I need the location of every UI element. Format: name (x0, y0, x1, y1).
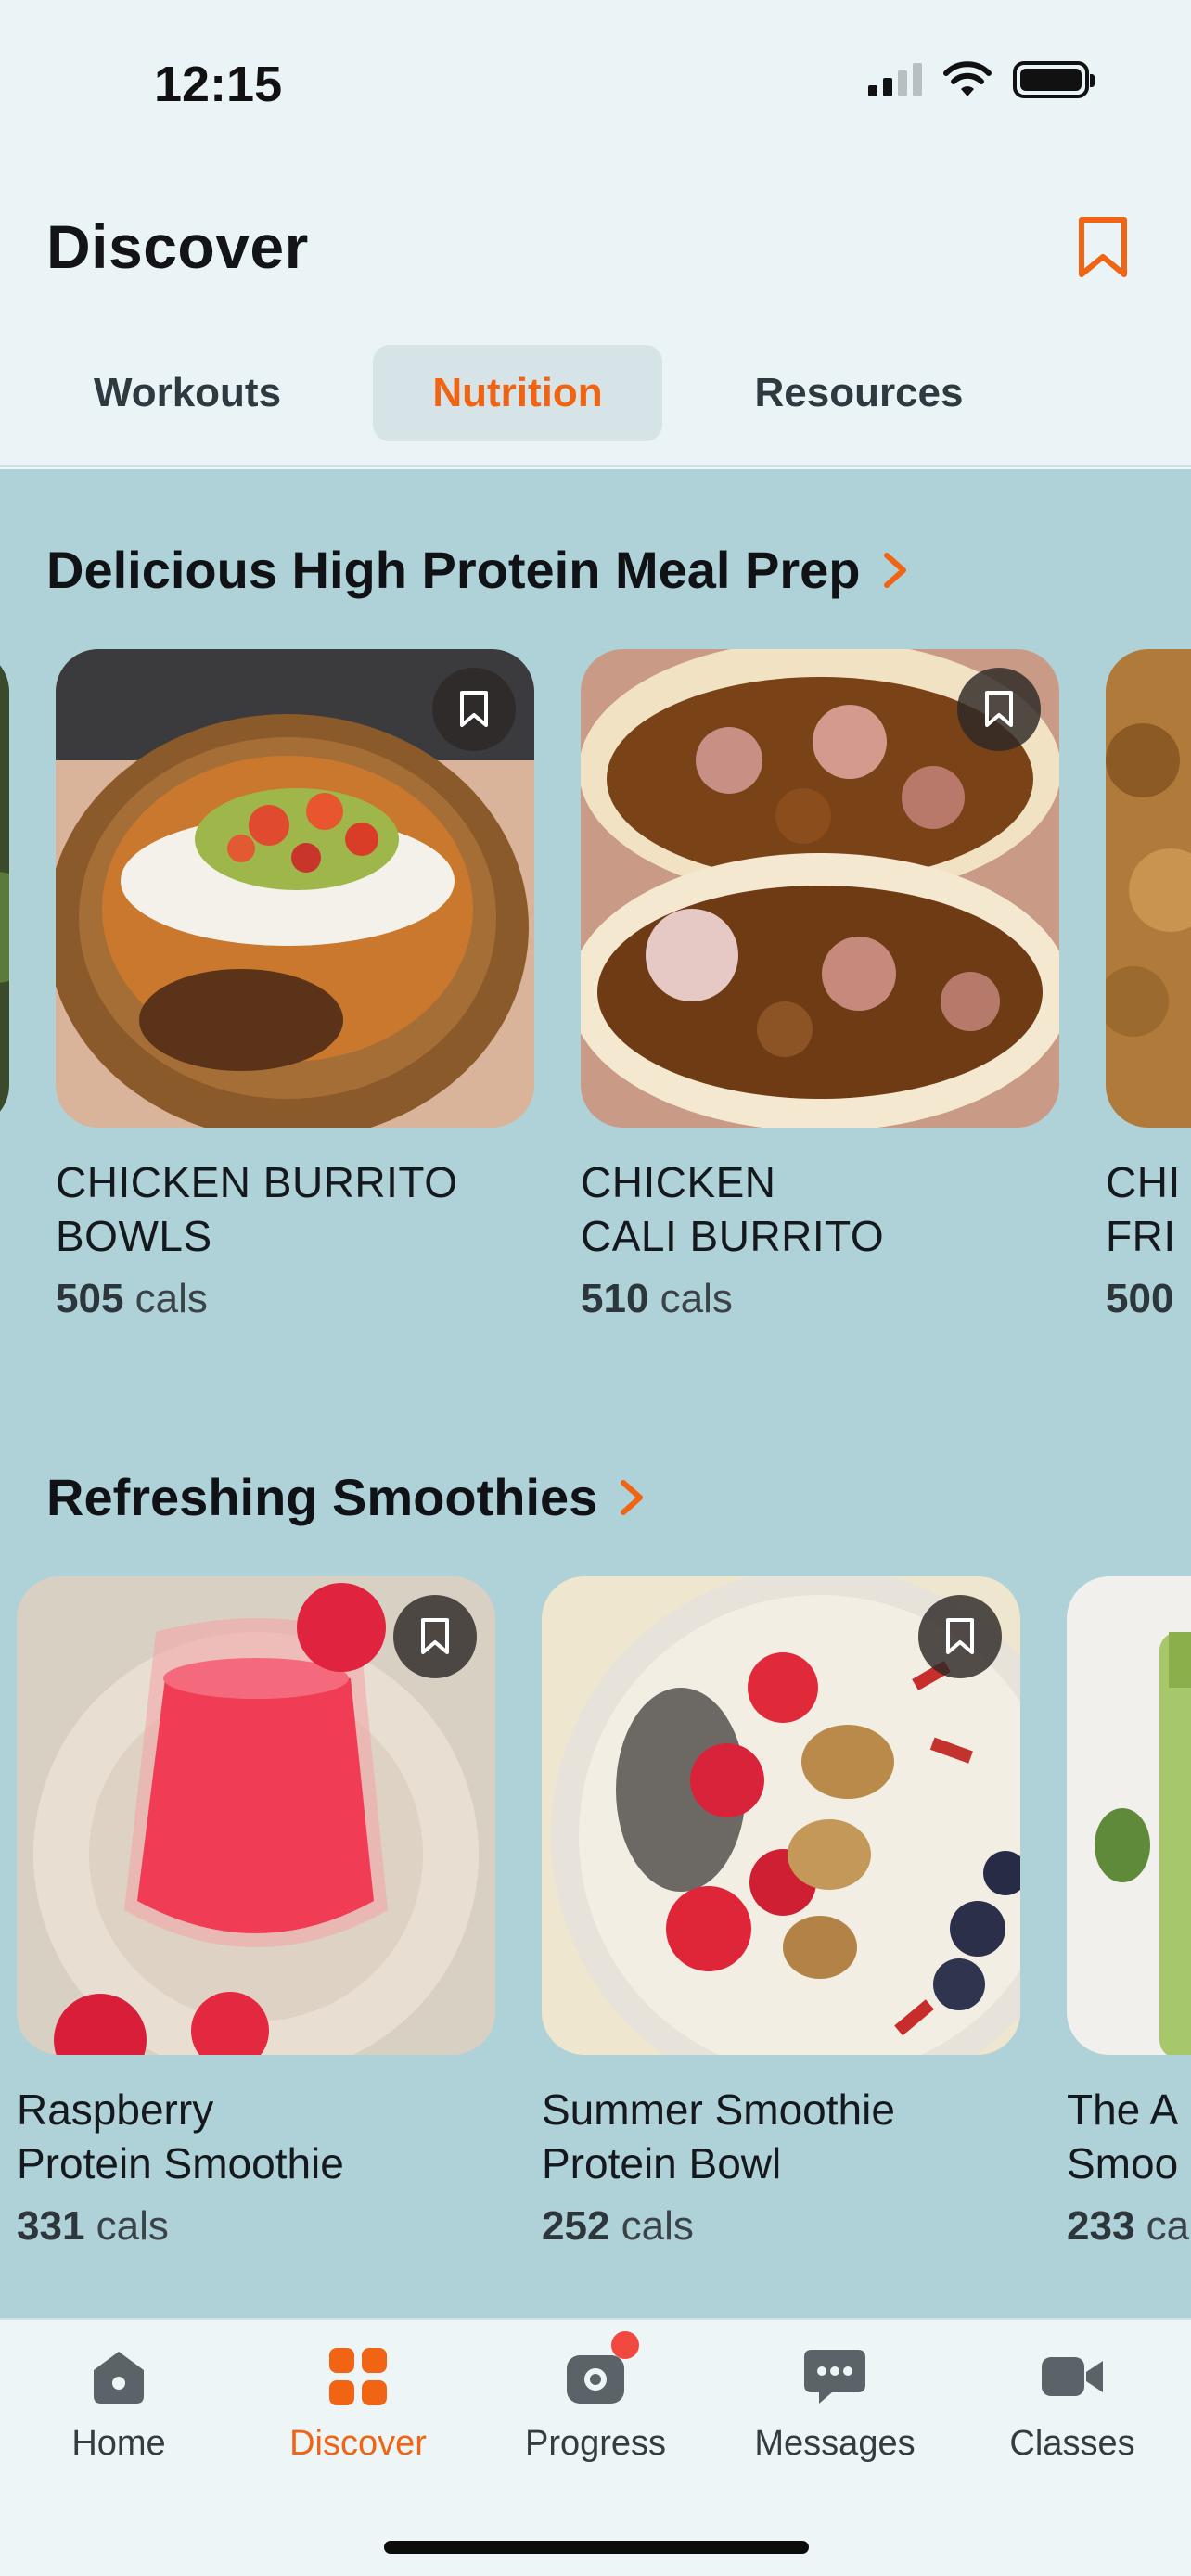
tab-resources[interactable]: Resources (699, 345, 1018, 441)
meal-prep-carousel[interactable]: CHICKEN BURRITO BOWLS 505 cals CHICKEN C… (0, 649, 1191, 1354)
save-recipe-button[interactable] (432, 668, 516, 751)
nav-classes[interactable]: Classes (970, 2344, 1174, 2464)
home-indicator (384, 2541, 809, 2554)
recipe-card[interactable]: Summer Smoothie Protein Bowl 252 cals (542, 1576, 1020, 2250)
recipe-calories: 500 (1106, 1276, 1174, 1321)
chat-bubble-icon (802, 2344, 867, 2409)
recipe-title: Raspberry Protein Smoothie (17, 2085, 344, 2187)
recipe-title: The A Smoo (1067, 2085, 1179, 2187)
battery-icon (1013, 61, 1095, 98)
recipe-calories: 505 cals (56, 1276, 208, 1321)
nav-label: Progress (524, 2424, 667, 2463)
bookmark-icon[interactable] (1076, 215, 1130, 280)
nav-label: Home (71, 2424, 166, 2463)
recipe-title: Summer Smoothie Protein Bowl (542, 2085, 895, 2187)
tab-workouts[interactable]: Workouts (46, 345, 328, 441)
notification-badge (611, 2331, 639, 2359)
section-title: Refreshing Smoothies (46, 1468, 598, 1526)
chevron-right-icon (883, 552, 906, 588)
recipe-title: CHICKEN CALI BURRITO (581, 1158, 885, 1260)
recipe-image (17, 1576, 495, 2055)
recipe-image (581, 649, 1059, 1128)
recipe-image (1106, 649, 1191, 1128)
bottom-tab-bar: Home Discover Progress Messages Classes (0, 2318, 1191, 2576)
category-tabs: Workouts Nutrition Resources (46, 345, 1018, 441)
grid-icon (326, 2344, 391, 2409)
recipe-image (56, 649, 534, 1128)
bookmark-icon (421, 1618, 449, 1654)
home-icon (86, 2344, 151, 2409)
recipe-card[interactable]: Raspberry Protein Smoothie 331 cals (17, 1576, 495, 2250)
header: 12:15 Discover Workouts Nutrition Resour… (0, 0, 1191, 467)
recipe-calories: 331 cals (17, 2203, 169, 2249)
nav-label: Classes (1009, 2424, 1135, 2463)
nav-progress[interactable]: Progress (493, 2331, 698, 2464)
recipe-calories: 233 ca (1067, 2203, 1190, 2249)
status-time: 12:15 (154, 57, 283, 112)
section-header-meal-prep[interactable]: Delicious High Protein Meal Prep (46, 540, 909, 600)
save-recipe-button[interactable] (393, 1595, 477, 1678)
recipe-image (542, 1576, 1020, 2055)
cellular-signal-icon (868, 63, 922, 96)
bookmark-icon (946, 1618, 974, 1654)
chevron-right-icon (621, 1479, 644, 1515)
recipe-calories: 252 cals (542, 2203, 694, 2249)
recipe-card[interactable]: CHI FRI 500 (1106, 649, 1191, 1322)
wifi-icon (943, 61, 992, 96)
status-icons (868, 61, 1095, 98)
recipe-title: CHI FRI (1106, 1158, 1181, 1260)
recipe-image (0, 649, 9, 1128)
recipe-card[interactable]: CHICKEN BURRITO BOWLS 505 cals (56, 649, 534, 1322)
camera-icon (563, 2331, 639, 2409)
page-title: Discover (46, 212, 309, 281)
recipe-card[interactable]: The A Smoo 233 ca (1067, 1576, 1191, 2250)
recipe-card[interactable] (0, 649, 9, 1128)
video-camera-icon (1040, 2344, 1105, 2409)
bookmark-icon (460, 691, 488, 727)
bookmark-icon (985, 691, 1013, 727)
nav-label: Discover (289, 2424, 427, 2463)
section-title: Delicious High Protein Meal Prep (46, 541, 861, 599)
save-recipe-button[interactable] (918, 1595, 1002, 1678)
smoothies-carousel[interactable]: Raspberry Protein Smoothie 331 cals Summ… (0, 1576, 1191, 2281)
recipe-image (1067, 1576, 1191, 2055)
discover-content[interactable]: Delicious High Protein Meal Prep CHICKEN… (0, 469, 1191, 2318)
nav-discover[interactable]: Discover (256, 2344, 460, 2464)
save-recipe-button[interactable] (957, 668, 1041, 751)
recipe-card[interactable]: CHICKEN CALI BURRITO 510 cals (581, 649, 1059, 1322)
nav-home[interactable]: Home (17, 2344, 221, 2464)
nav-label: Messages (754, 2424, 916, 2463)
nav-messages[interactable]: Messages (733, 2344, 937, 2464)
recipe-calories: 510 cals (581, 1276, 733, 1321)
section-header-smoothies[interactable]: Refreshing Smoothies (46, 1467, 646, 1527)
recipe-title: CHICKEN BURRITO BOWLS (56, 1158, 458, 1260)
tab-nutrition[interactable]: Nutrition (373, 345, 662, 441)
